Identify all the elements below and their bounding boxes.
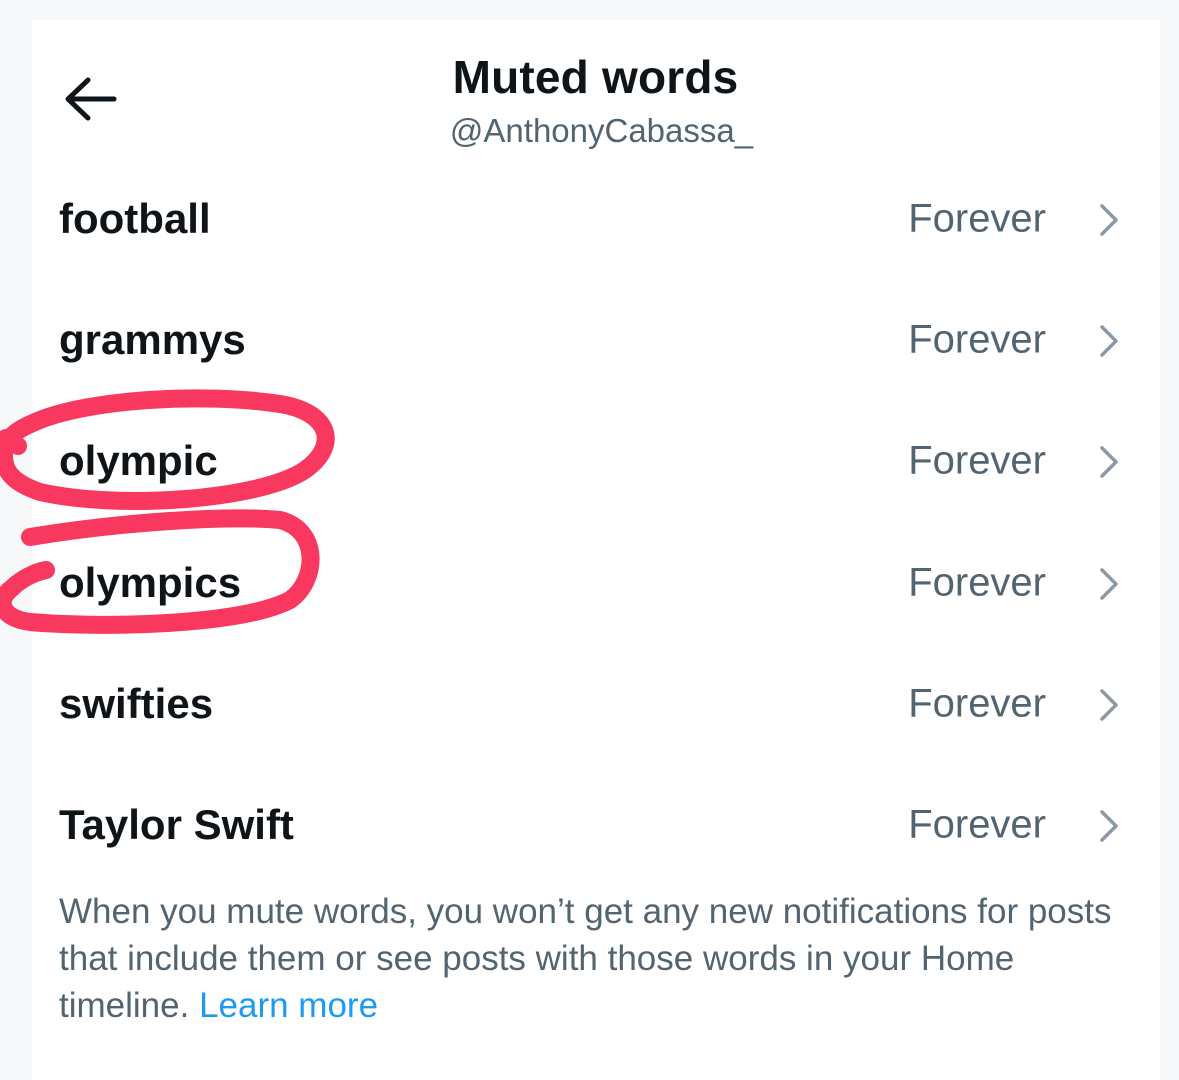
chevron-right-icon <box>1094 685 1124 725</box>
muted-word-row[interactable]: olympics Forever <box>32 534 1160 634</box>
mute-duration-label: Forever <box>908 802 1046 847</box>
chevron-right-icon <box>1094 200 1124 240</box>
muted-word-label: Taylor Swift <box>59 801 294 849</box>
muted-word-label: swifties <box>59 680 214 728</box>
mute-duration-label: Forever <box>908 196 1046 241</box>
page-title: Muted words <box>452 51 739 103</box>
chevron-right-icon <box>1094 321 1124 361</box>
mute-duration-label: Forever <box>908 438 1046 483</box>
account-handle: @AnthonyCabassa_ <box>449 112 754 149</box>
mute-duration-label: Forever <box>908 317 1046 362</box>
learn-more-link[interactable]: Learn more <box>199 986 378 1025</box>
muted-word-row[interactable]: football Forever <box>32 170 1160 270</box>
muted-word-row[interactable]: grammys Forever <box>32 291 1160 391</box>
chevron-right-icon <box>1094 806 1124 846</box>
mute-duration-label: Forever <box>908 681 1046 726</box>
muted-word-row[interactable]: olympic Forever <box>32 412 1160 512</box>
muted-word-row[interactable]: swifties Forever <box>32 655 1160 755</box>
chevron-right-icon <box>1094 442 1124 482</box>
muted-word-label: olympic <box>59 437 218 485</box>
muted-word-row[interactable]: Taylor Swift Forever <box>32 776 1160 876</box>
mute-duration-label: Forever <box>908 560 1046 605</box>
muted-word-label: olympics <box>59 559 242 607</box>
chevron-right-icon <box>1094 564 1124 604</box>
muted-word-label: football <box>59 195 211 243</box>
muted-word-label: grammys <box>59 316 246 364</box>
muted-words-info: When you mute words, you won’t get any n… <box>59 888 1139 1029</box>
